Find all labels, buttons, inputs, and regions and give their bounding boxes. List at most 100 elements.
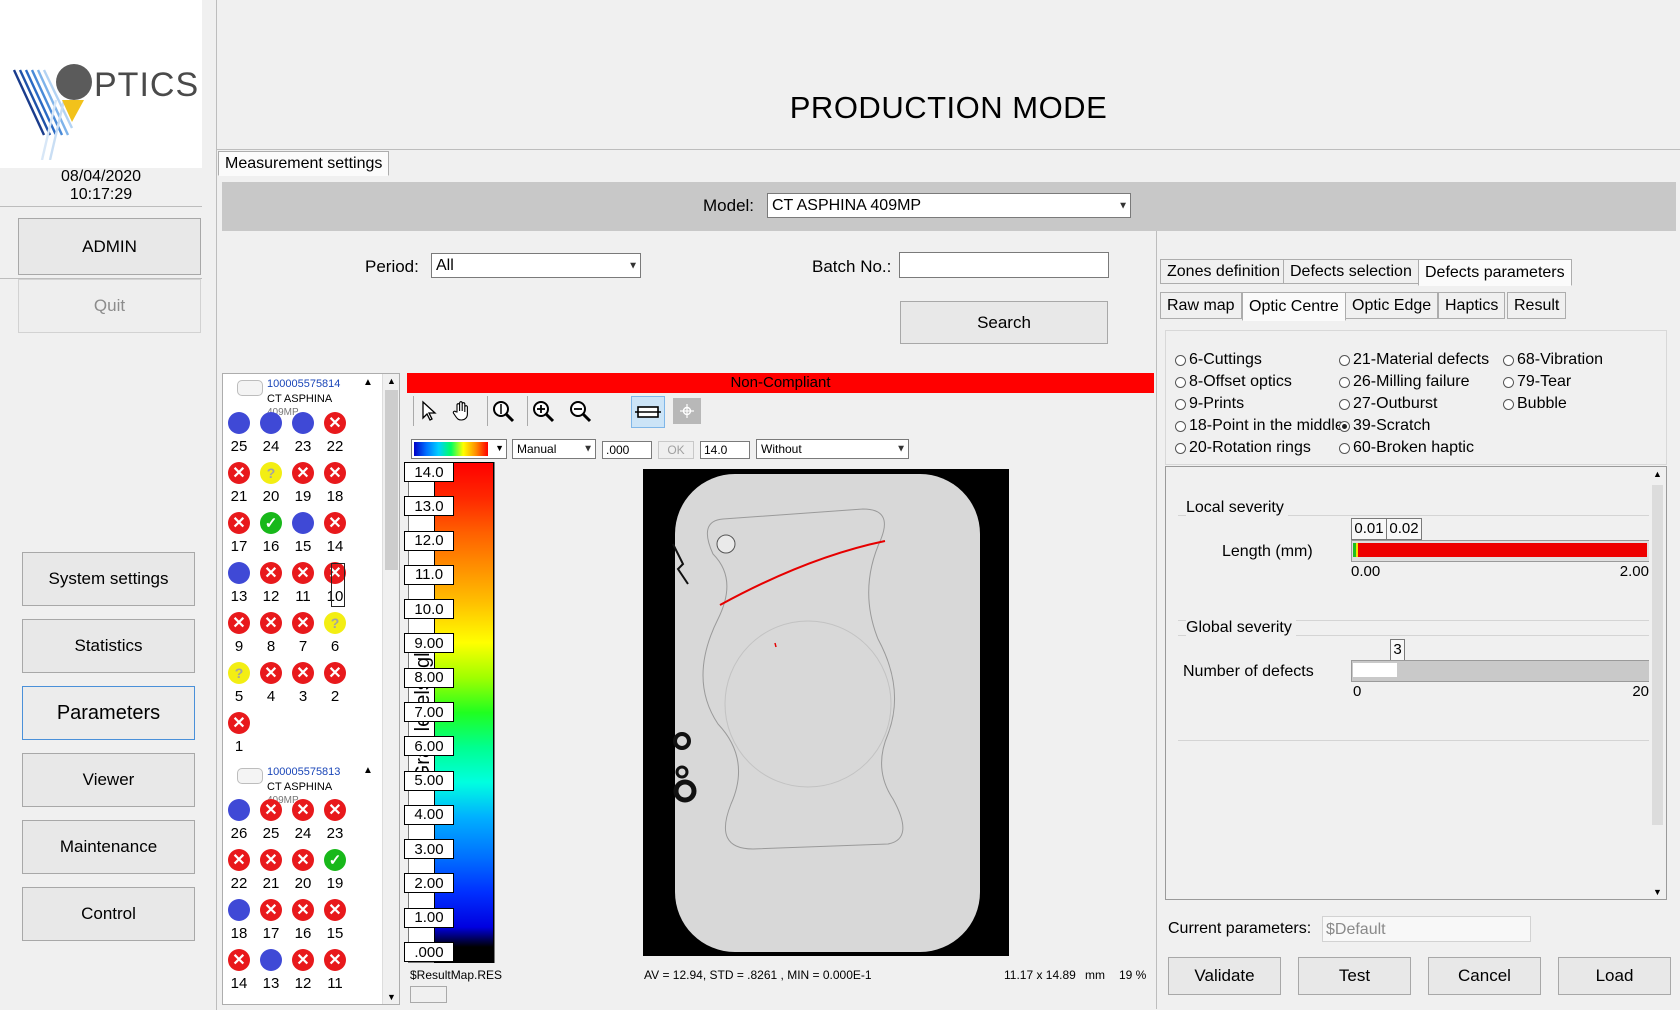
- local-severity-title: Local severity: [1186, 499, 1288, 517]
- period-select[interactable]: All ▼: [431, 253, 641, 278]
- global-severity-group: [1178, 635, 1662, 741]
- defects-count-bar[interactable]: [1351, 660, 1650, 682]
- radio-defect-9[interactable]: 9-Prints: [1175, 395, 1244, 413]
- unit-label: mm: [1085, 968, 1105, 982]
- scale-mode-select[interactable]: Manual ▼: [512, 439, 596, 459]
- scroll-up-icon[interactable]: ▲: [1649, 469, 1666, 479]
- validate-button[interactable]: Validate: [1168, 957, 1281, 995]
- fit-to-window-icon: [635, 406, 661, 418]
- batch-2-lens-number: 22: [230, 875, 248, 892]
- reject-marker-icon[interactable]: ✕: [324, 799, 346, 821]
- reject-marker-icon[interactable]: ✕: [228, 949, 250, 971]
- reject-marker-icon[interactable]: ✕: [260, 849, 282, 871]
- local-value-2[interactable]: 0.02: [1386, 518, 1422, 540]
- tab-optic-centre[interactable]: Optic Centre: [1242, 292, 1346, 321]
- accept-marker-icon[interactable]: ✓: [324, 849, 346, 871]
- reject-marker-icon[interactable]: ✕: [292, 899, 314, 921]
- fit-tool[interactable]: [631, 396, 665, 428]
- palette-select[interactable]: ▼: [411, 439, 507, 459]
- quit-button[interactable]: Quit: [18, 279, 201, 333]
- colorbar-tick-label: 14.0: [404, 462, 454, 482]
- reject-marker-icon[interactable]: ✕: [292, 799, 314, 821]
- tab-result[interactable]: Result: [1507, 292, 1567, 319]
- reject-marker-icon[interactable]: ✕: [292, 949, 314, 971]
- scroll-down-icon[interactable]: ▼: [383, 992, 400, 1002]
- scale-max-input[interactable]: 14.0: [700, 441, 750, 459]
- radio-label: 8-Offset optics: [1189, 373, 1292, 390]
- sidebar-item-system-settings[interactable]: System settings: [22, 552, 195, 606]
- pending-marker-icon[interactable]: [260, 949, 282, 971]
- model-select[interactable]: CT ASPHINA 409MP ▼: [767, 193, 1131, 218]
- radio-defect-8[interactable]: 8-Offset optics: [1175, 373, 1292, 391]
- pan-tool[interactable]: [447, 396, 477, 426]
- reject-marker-icon[interactable]: ✕: [292, 849, 314, 871]
- radio-icon: [1175, 442, 1186, 454]
- batch-2-lens-number: 19: [326, 875, 344, 892]
- radio-defect-68[interactable]: 68-Vibration: [1503, 351, 1603, 369]
- radio-defect-18[interactable]: 18-Point in the middle: [1175, 417, 1344, 435]
- scroll-up-icon[interactable]: ▲: [383, 376, 400, 386]
- severity-scrollbar[interactable]: ▲ ▼: [1649, 467, 1666, 899]
- radio-defect-27[interactable]: 27-Outburst: [1339, 395, 1437, 413]
- scroll-down-icon[interactable]: ▼: [1649, 887, 1666, 897]
- reject-marker-icon[interactable]: ✕: [260, 899, 282, 921]
- reject-marker-icon[interactable]: ✕: [324, 949, 346, 971]
- sidebar-item-statistics[interactable]: Statistics: [22, 619, 195, 673]
- pending-marker-icon[interactable]: [228, 799, 250, 821]
- search-button[interactable]: Search: [900, 301, 1108, 344]
- viewer-toolbar: [407, 394, 703, 432]
- radio-defect-21[interactable]: 21-Material defects: [1339, 351, 1489, 369]
- target-tool[interactable]: [673, 398, 701, 424]
- current-params-field[interactable]: $Default: [1322, 916, 1531, 942]
- zoom-in-tool[interactable]: [527, 396, 557, 426]
- load-button[interactable]: Load: [1558, 957, 1671, 995]
- tab-defects-parameters[interactable]: Defects parameters: [1418, 259, 1572, 286]
- colorbar-tick-label: 12.0: [404, 530, 454, 551]
- tab-defects-selection[interactable]: Defects selection: [1283, 259, 1419, 284]
- scale-ok-button[interactable]: OK: [658, 441, 694, 459]
- radio-defect-20[interactable]: 20-Rotation rings: [1175, 439, 1311, 457]
- reject-marker-icon[interactable]: ✕: [324, 899, 346, 921]
- scroll-thumb[interactable]: [1652, 485, 1663, 825]
- batch-list-scrollbar[interactable]: ▲ ▼: [382, 374, 399, 1004]
- sidebar-item-parameters[interactable]: Parameters: [22, 686, 195, 740]
- sidebar-item-viewer[interactable]: Viewer: [22, 753, 195, 807]
- tab-zones-definition[interactable]: Zones definition: [1160, 259, 1287, 284]
- viewer-hscroll[interactable]: [410, 986, 447, 1003]
- cancel-button[interactable]: Cancel: [1428, 957, 1541, 995]
- reject-marker-icon[interactable]: ✕: [228, 849, 250, 871]
- local-value-1[interactable]: 0.01: [1351, 518, 1387, 540]
- radio-defect-bubble[interactable]: Bubble: [1503, 395, 1567, 413]
- radio-defect-79[interactable]: 79-Tear: [1503, 373, 1571, 391]
- reject-marker-icon[interactable]: ✕: [260, 799, 282, 821]
- tab-haptics[interactable]: Haptics: [1438, 292, 1506, 319]
- defects-count-badge[interactable]: 3: [1390, 639, 1405, 661]
- radio-defect-26[interactable]: 26-Milling failure: [1339, 373, 1470, 391]
- radio-defect-39[interactable]: 39-Scratch: [1339, 417, 1430, 435]
- scroll-thumb[interactable]: [385, 390, 398, 570]
- radio-label: 9-Prints: [1189, 395, 1245, 412]
- radio-icon: [1503, 398, 1514, 410]
- zoom-out-tool[interactable]: [565, 396, 595, 426]
- colorbar-tick-label: 11.0: [404, 564, 454, 585]
- batch-input[interactable]: [899, 252, 1109, 278]
- sidebar-item-maintenance[interactable]: Maintenance: [22, 820, 195, 874]
- length-range-bar[interactable]: [1351, 540, 1650, 562]
- batch-list: 100005575814 CT ASPHINA 409MP ▲ 25 24 23 ✕ 2…: [222, 373, 400, 1005]
- tab-measurement-settings[interactable]: Measurement settings: [218, 151, 390, 176]
- tab-optic-edge[interactable]: Optic Edge: [1345, 292, 1439, 319]
- measure-tool[interactable]: [487, 396, 517, 426]
- admin-button[interactable]: ADMIN: [18, 218, 201, 275]
- tab-raw-map[interactable]: Raw map: [1160, 292, 1242, 319]
- pending-marker-icon[interactable]: [228, 899, 250, 921]
- result-image[interactable]: [643, 469, 1009, 956]
- test-button[interactable]: Test: [1298, 957, 1411, 995]
- sidebar-item-control[interactable]: Control: [22, 887, 195, 941]
- defects-min-label: 0: [1353, 683, 1362, 700]
- pointer-tool[interactable]: [413, 396, 443, 426]
- radio-defect-60[interactable]: 60-Broken haptic: [1339, 439, 1474, 457]
- radio-defect-6[interactable]: 6-Cuttings: [1175, 351, 1262, 369]
- scale-min-input[interactable]: .000: [602, 441, 652, 459]
- overlay-select[interactable]: Without ▼: [756, 439, 909, 459]
- batch-label: Batch No.:: [812, 257, 892, 276]
